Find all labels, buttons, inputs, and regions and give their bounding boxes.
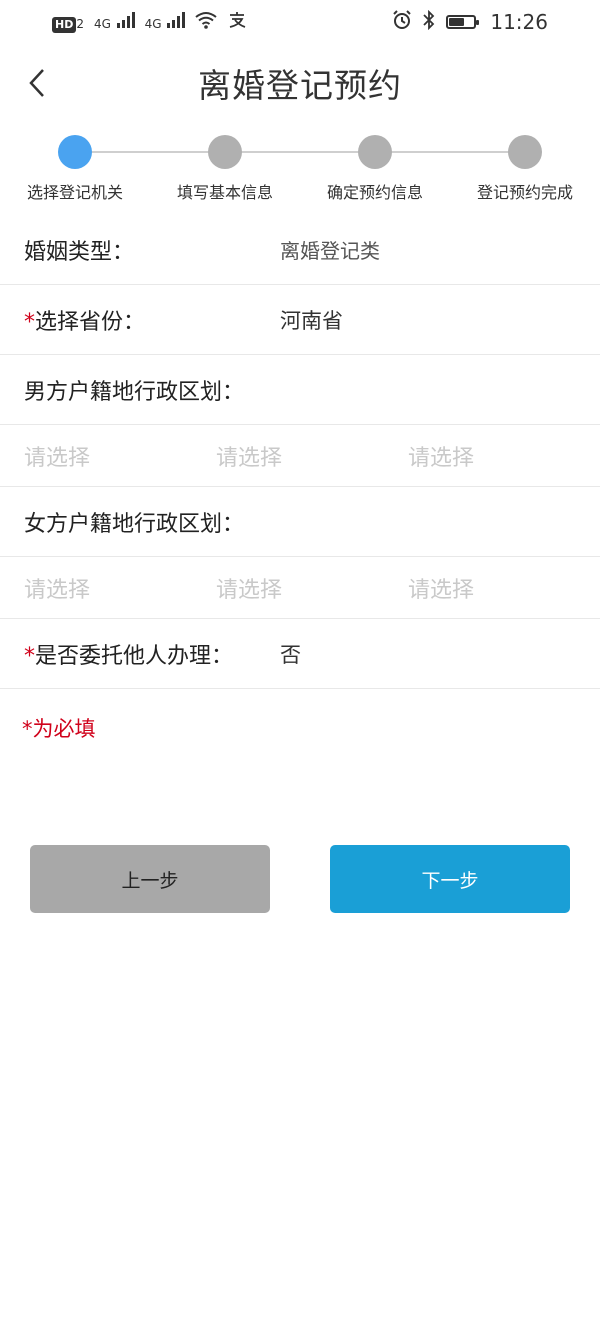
battery-icon bbox=[446, 15, 480, 29]
male-district-select[interactable]: 请选择 bbox=[408, 440, 600, 472]
female-region-row: 女方户籍地行政区划： bbox=[0, 487, 600, 557]
step-2-label: 填写基本信息 bbox=[176, 183, 273, 202]
marriage-type-row: 婚姻类型： 离婚登记类 bbox=[0, 215, 600, 285]
network-type-2: 4G bbox=[144, 16, 162, 31]
male-region-pickers: 请选择 请选择 请选择 bbox=[0, 425, 600, 487]
male-province-select[interactable]: 请选择 bbox=[24, 440, 216, 472]
step-1-label: 选择登记机关 bbox=[26, 183, 123, 202]
male-region-row: 男方户籍地行政区划： bbox=[0, 355, 600, 425]
male-city-select[interactable]: 请选择 bbox=[216, 440, 408, 472]
step-4: 登记预约完成 bbox=[455, 135, 595, 203]
network-type-1: 4G bbox=[93, 16, 111, 31]
delegate-label-wrap: *是否委托他人办理： bbox=[24, 638, 280, 670]
prev-step-button[interactable]: 上一步 bbox=[30, 845, 270, 913]
step-1-dot bbox=[58, 135, 92, 169]
delegate-row[interactable]: *是否委托他人办理： 否 bbox=[0, 619, 600, 689]
status-right: 11:26 bbox=[392, 9, 548, 35]
required-note: *为必填 bbox=[22, 717, 96, 741]
status-left: HD 2 4G 4G bbox=[52, 11, 247, 34]
app-page: HD 2 4G 4G 11:26 离婚登记预约 选择登记机关 填写基本信息 确定… bbox=[0, 0, 600, 1333]
delegate-select[interactable]: 否 bbox=[280, 639, 301, 669]
registration-form: 婚姻类型： 离婚登记类 *选择省份： 河南省 男方户籍地行政区划： 请选择 请选… bbox=[0, 215, 600, 743]
step-3-dot bbox=[358, 135, 392, 169]
status-time: 11:26 bbox=[490, 10, 548, 34]
alarm-icon bbox=[392, 9, 412, 35]
step-2: 填写基本信息 bbox=[155, 135, 295, 203]
required-mark: * bbox=[24, 643, 35, 669]
marriage-type-value: 离婚登记类 bbox=[280, 239, 380, 263]
female-region-label: 女方户籍地行政区划： bbox=[24, 511, 245, 537]
chevron-left-icon bbox=[29, 69, 44, 97]
step-3-label: 确定预约信息 bbox=[326, 183, 423, 202]
step-1: 选择登记机关 bbox=[5, 135, 145, 203]
page-title: 离婚登记预约 bbox=[198, 66, 402, 105]
step-2-dot bbox=[208, 135, 242, 169]
header: 离婚登记预约 bbox=[0, 44, 600, 122]
female-district-select[interactable]: 请选择 bbox=[408, 572, 600, 604]
step-3: 确定预约信息 bbox=[305, 135, 445, 203]
female-province-select[interactable]: 请选择 bbox=[24, 572, 216, 604]
hd-icon: HD 2 bbox=[52, 12, 84, 33]
status-bar: HD 2 4G 4G 11:26 bbox=[0, 0, 600, 44]
signal-icon-1: 4G bbox=[93, 11, 135, 33]
province-label: 选择省份： bbox=[35, 309, 146, 335]
province-select[interactable]: 河南省 bbox=[280, 305, 343, 335]
wifi-icon bbox=[195, 11, 217, 34]
province-label-wrap: *选择省份： bbox=[24, 304, 280, 336]
back-button[interactable] bbox=[22, 63, 52, 103]
marriage-type-label: 婚姻类型： bbox=[24, 239, 135, 265]
step-4-label: 登记预约完成 bbox=[476, 183, 573, 202]
hd-badge: HD bbox=[52, 16, 77, 33]
delegate-label: 是否委托他人办理： bbox=[35, 643, 234, 669]
hd-sub: 2 bbox=[76, 16, 84, 31]
bluetooth-icon bbox=[422, 9, 436, 35]
step-4-dot bbox=[508, 135, 542, 169]
male-region-label: 男方户籍地行政区划： bbox=[24, 379, 245, 405]
next-step-button[interactable]: 下一步 bbox=[330, 845, 570, 913]
province-row[interactable]: *选择省份： 河南省 bbox=[0, 285, 600, 355]
female-city-select[interactable]: 请选择 bbox=[216, 572, 408, 604]
progress-stepper: 选择登记机关 填写基本信息 确定预约信息 登记预约完成 bbox=[0, 130, 600, 210]
required-mark: * bbox=[24, 309, 35, 335]
battery-fill bbox=[449, 18, 464, 26]
signal-icon-2: 4G bbox=[144, 11, 186, 33]
alipay-icon bbox=[227, 11, 247, 34]
female-region-pickers: 请选择 请选择 请选择 bbox=[0, 557, 600, 619]
